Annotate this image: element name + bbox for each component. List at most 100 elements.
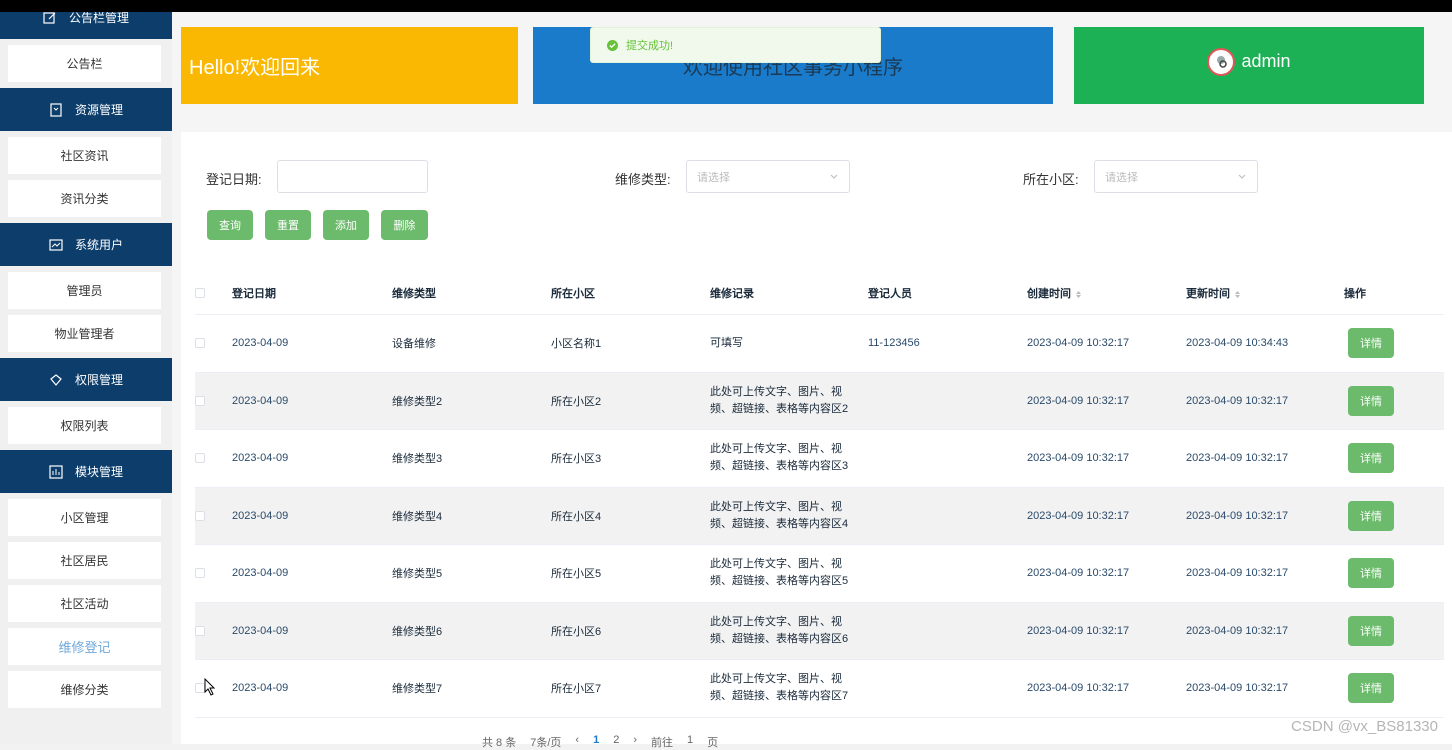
detail-button[interactable]: 详情 <box>1348 385 1394 416</box>
header-person: 登记人员 <box>868 288 912 300</box>
cell-created: 2023-04-09 10:32:17 <box>1027 394 1130 407</box>
filter-community-label: 所在小区: <box>1023 172 1079 187</box>
filter-date-input[interactable] <box>277 160 428 193</box>
sidebar-group-modules[interactable]: 模块管理 <box>0 450 172 493</box>
cell-updated: 2023-04-09 10:32:17 <box>1186 682 1289 695</box>
cell-record: 此处可上传文字、图片、视 频、超链接、表格等内容区3 <box>710 441 848 475</box>
sidebar-item-permission-list[interactable]: 权限列表 <box>8 407 161 444</box>
cell-type: 维修类型5 <box>392 568 443 581</box>
sidebar-group-resources[interactable]: 资源管理 <box>0 88 172 131</box>
row-checkbox[interactable] <box>195 510 205 521</box>
filter-community-select[interactable]: 请选择 <box>1094 160 1258 193</box>
cell-updated: 2023-04-09 10:34:43 <box>1186 337 1289 350</box>
detail-button[interactable]: 详情 <box>1348 443 1394 474</box>
cell-created: 2023-04-09 10:32:17 <box>1027 337 1130 350</box>
cell-record-line1: 此处可上传文字、图片、视 <box>710 673 842 686</box>
row-checkbox[interactable] <box>195 625 205 636</box>
sidebar-item-residents[interactable]: 社区居民 <box>8 542 161 579</box>
select-all-checkbox[interactable] <box>195 288 205 298</box>
query-button[interactable]: 查询 <box>207 210 253 240</box>
success-check-icon <box>607 39 618 51</box>
sidebar-group-system-users[interactable]: 系统用户 <box>0 223 172 266</box>
cell-record: 可填写 <box>710 335 743 352</box>
user-banner[interactable]: admin <box>1074 27 1424 104</box>
cell-record-line2: 频、超链接、表格等内容区5 <box>710 575 849 588</box>
pager-size-select[interactable]: 7条/页 <box>530 734 561 750</box>
chevron-left-icon[interactable]: ‹ <box>575 734 579 750</box>
cell-record: 此处可上传文字、图片、视 频、超链接、表格等内容区7 <box>710 671 848 705</box>
cell-created: 2023-04-09 10:32:17 <box>1027 567 1130 580</box>
sidebar-group-permissions[interactable]: 权限管理 <box>0 358 172 401</box>
chevron-right-icon[interactable]: › <box>633 734 637 750</box>
filter-type-select[interactable]: 请选择 <box>686 160 850 193</box>
cell-created: 2023-04-09 10:32:17 <box>1027 509 1130 522</box>
cell-created: 2023-04-09 10:32:17 <box>1027 624 1130 637</box>
bar-chart-icon <box>49 464 63 479</box>
sidebar-item-repair-registration[interactable]: 维修登记 <box>8 628 161 665</box>
cell-community: 所在小区4 <box>551 510 602 523</box>
sidebar-item-repair-category[interactable]: 维修分类 <box>8 671 161 708</box>
user-avatar-icon <box>1217 55 1228 68</box>
detail-button[interactable]: 详情 <box>1348 615 1394 646</box>
filter-community-placeholder: 请选择 <box>1105 171 1138 184</box>
cell-record-line2: 频、超链接、表格等内容区4 <box>710 517 849 530</box>
cell-record-line2: 频、超链接、表格等内容区6 <box>710 632 849 645</box>
table-row: 2023-04-09 维修类型4 所在小区4 此处可上传文字、图片、视 频、超链接、表格… <box>195 487 1444 545</box>
cell-record-line1: 此处可上传文字、图片、视 <box>710 385 842 398</box>
main-area: Hello!欢迎回来 欢迎使用社区事务小程序 admin 提交成功! 登记日期:… <box>172 0 1452 744</box>
pager-page-2[interactable]: 2 <box>613 734 619 750</box>
detail-button[interactable]: 详情 <box>1348 328 1394 359</box>
header-updated[interactable]: 更新时间 <box>1186 285 1241 301</box>
avatar[interactable] <box>1207 47 1236 76</box>
cell-date: 2023-04-09 <box>232 624 289 637</box>
table-row: 2023-04-09 维修类型7 所在小区7 此处可上传文字、图片、视 频、超链接、表格… <box>195 660 1444 718</box>
username: admin <box>1241 51 1291 71</box>
cell-record-line1: 此处可上传文字、图片、视 <box>710 500 842 513</box>
sidebar-item-news-category[interactable]: 资讯分类 <box>8 180 161 217</box>
sidebar-group-label: 权限管理 <box>74 373 123 387</box>
pager-page-unit: 页 <box>707 737 719 749</box>
row-checkbox[interactable] <box>195 395 205 406</box>
sidebar-item-admin[interactable]: 管理员 <box>8 272 161 309</box>
cell-community: 所在小区2 <box>551 395 602 408</box>
header-type: 维修类型 <box>392 288 436 300</box>
header-created[interactable]: 创建时间 <box>1027 285 1082 301</box>
reset-button[interactable]: 重置 <box>265 210 311 240</box>
delete-button[interactable]: 删除 <box>381 210 428 240</box>
diamond-icon <box>49 373 63 387</box>
cell-record-line1: 此处可上传文字、图片、视 <box>710 558 842 571</box>
sidebar-item-community-mgmt[interactable]: 小区管理 <box>8 499 161 536</box>
cell-type: 设备维修 <box>392 338 436 351</box>
sidebar-item-property-manager[interactable]: 物业管理者 <box>8 315 161 352</box>
cell-updated: 2023-04-09 10:32:17 <box>1186 452 1289 465</box>
detail-button[interactable]: 详情 <box>1348 673 1394 704</box>
pager-goto-input[interactable]: 1 <box>687 734 693 750</box>
mouse-cursor-icon <box>204 678 216 696</box>
sidebar-group-label: 资源管理 <box>74 103 123 117</box>
detail-button[interactable]: 详情 <box>1348 500 1394 531</box>
row-checkbox[interactable] <box>195 453 205 464</box>
add-button[interactable]: 添加 <box>323 210 369 240</box>
row-checkbox[interactable] <box>195 338 205 349</box>
cell-record-line1: 此处可上传文字、图片、视 <box>710 443 842 456</box>
row-checkbox[interactable] <box>195 568 205 579</box>
cell-type: 维修类型7 <box>392 683 443 696</box>
sidebar-item-notice-board[interactable]: 公告栏 <box>8 45 161 82</box>
pager-page-1[interactable]: 1 <box>593 734 599 750</box>
header-community: 所在小区 <box>551 288 595 300</box>
cell-date: 2023-04-09 <box>232 682 289 695</box>
cell-type: 维修类型2 <box>392 395 443 408</box>
watermark: CSDN @vx_BS81330 <box>1291 718 1438 735</box>
table-row: 2023-04-09 维修类型6 所在小区6 此处可上传文字、图片、视 频、超链接、表格… <box>195 602 1444 660</box>
sort-icon <box>1076 290 1081 298</box>
cell-community: 小区名称1 <box>551 338 602 351</box>
cell-date: 2023-04-09 <box>232 509 289 522</box>
pager-goto-label: 前往 <box>651 737 674 749</box>
detail-button[interactable]: 详情 <box>1348 558 1394 589</box>
cell-person: 11-123456 <box>868 337 920 350</box>
cell-date: 2023-04-09 <box>232 394 289 407</box>
table-row: 2023-04-09 维修类型2 所在小区2 此处可上传文字、图片、视 频、超链接、表格… <box>195 372 1444 430</box>
sidebar-item-community-news[interactable]: 社区资讯 <box>8 137 161 174</box>
sidebar-item-activities[interactable]: 社区活动 <box>8 585 161 622</box>
cell-updated: 2023-04-09 10:32:17 <box>1186 509 1289 522</box>
